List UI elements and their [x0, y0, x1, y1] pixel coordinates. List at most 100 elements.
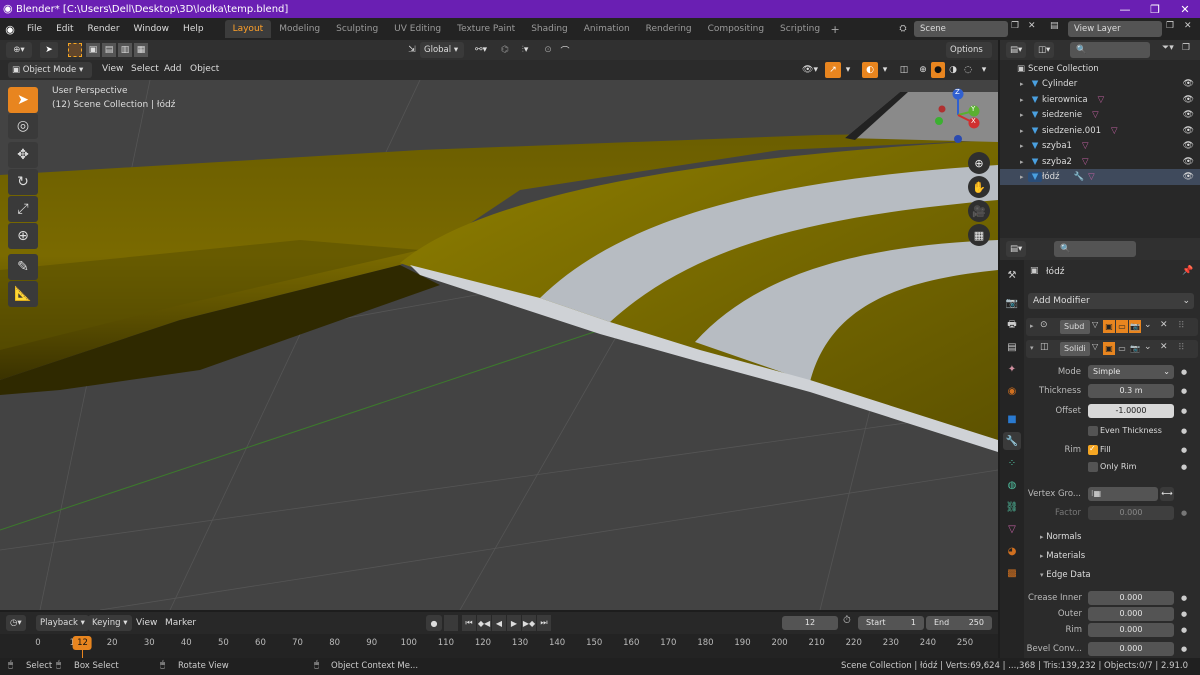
shading-dropdown-icon[interactable]: ▾	[978, 62, 990, 78]
proportional-edit-icon[interactable]: ⊙	[541, 42, 555, 58]
tab-rendering[interactable]: Rendering	[638, 20, 700, 38]
snap-element-icon[interactable]: ⫶▾	[514, 42, 536, 58]
pan-hand-icon[interactable]: ✋	[968, 176, 990, 198]
add-modifier-dropdown[interactable]: Add Modifier ⌄	[1028, 293, 1194, 309]
timeline-scrubber[interactable]: 0102030405060708090100110120130140150160…	[0, 634, 998, 658]
modifier-menu-icon[interactable]: ⌄	[1144, 342, 1152, 352]
tab-shading[interactable]: Shading	[523, 20, 576, 38]
cursor-tool-icon[interactable]: ◎	[8, 113, 38, 139]
outliner-item-kierownica[interactable]: ▸ ▼ kierownica ▽ 👁	[1000, 92, 1200, 108]
annotate-tool-icon[interactable]: ✎	[8, 254, 38, 280]
blender-menu-icon[interactable]: ◉	[0, 23, 20, 36]
offset-field[interactable]: -1.0000	[1088, 404, 1174, 418]
editor-type-icon[interactable]: ⊕▾	[6, 42, 32, 58]
physics-tab-icon[interactable]: ◍	[1003, 476, 1021, 494]
playback-dropdown[interactable]: Playback ▾	[36, 615, 89, 631]
expand-arrow-icon[interactable]: ▸	[1020, 158, 1028, 166]
transform-tool-icon[interactable]: ⊕	[8, 223, 38, 249]
visibility-eye-icon[interactable]: 👁	[1183, 141, 1194, 151]
timeline-playhead[interactable]: 12	[73, 636, 92, 650]
filter-icon[interactable]: ⏷▾	[1162, 43, 1174, 53]
start-frame-field[interactable]: Start 1	[858, 616, 924, 630]
properties-search-input[interactable]: 🔍	[1054, 241, 1136, 257]
modifier-menu-icon[interactable]: ⌄	[1144, 320, 1152, 330]
select-subtract-icon[interactable]: ▤	[102, 43, 116, 57]
end-frame-field[interactable]: End 250	[926, 616, 992, 630]
tab-uv-editing[interactable]: UV Editing	[386, 20, 449, 38]
menu-edit[interactable]: Edit	[49, 24, 80, 34]
delete-scene-icon[interactable]: ✕	[1028, 21, 1036, 31]
record-icon[interactable]: ●	[426, 615, 442, 631]
3d-viewport[interactable]: User Perspective (12) Scene Collection |…	[0, 80, 998, 610]
visibility-eye-icon[interactable]: 👁	[1183, 79, 1194, 89]
new-collection-icon[interactable]: ❐	[1182, 43, 1190, 53]
properties-editor-type-icon[interactable]: ▤▾	[1006, 241, 1027, 257]
particles-tab-icon[interactable]: ⁘	[1003, 454, 1021, 472]
object-tab-icon[interactable]: ■	[1003, 410, 1021, 428]
jump-start-icon[interactable]: ⏮	[462, 615, 476, 631]
keyframe-dot-icon[interactable]: ●	[1181, 626, 1187, 634]
perspective-toggle-icon[interactable]: ▦	[968, 224, 990, 246]
crease-rim-field[interactable]: 0.000	[1088, 623, 1174, 637]
remove-modifier-icon[interactable]: ✕	[1160, 342, 1168, 352]
menu-view[interactable]: View	[102, 64, 123, 74]
render-toggle-icon[interactable]: 📷	[1129, 320, 1141, 333]
modifier-solidify[interactable]: ▾ ◫ Solidi ▽ ▣ ▭ 📷 ⌄ ✕ ⠿	[1026, 340, 1198, 358]
even-thickness-checkbox[interactable]	[1088, 426, 1098, 436]
pivot-point-icon[interactable]: ⚯▾	[470, 42, 492, 58]
play-reverse-icon[interactable]: ◀	[492, 615, 506, 631]
mode-dropdown-field[interactable]: Simple ⌄	[1088, 365, 1174, 379]
transform-orientation-icon[interactable]: ⇲	[405, 42, 419, 58]
vertex-group-field[interactable]: ⁝▦	[1088, 487, 1158, 501]
delete-view-layer-icon[interactable]: ✕	[1184, 21, 1192, 31]
next-keyframe-icon[interactable]: ▶◆	[522, 615, 536, 631]
options-dropdown[interactable]: Options ▾	[946, 42, 992, 71]
materials-section[interactable]: ▸ Materials	[1040, 551, 1085, 561]
modifier-name-field[interactable]: Solidi	[1060, 342, 1090, 356]
edit-mode-cage-icon[interactable]: ▽	[1092, 342, 1098, 351]
remove-modifier-icon[interactable]: ✕	[1160, 320, 1168, 330]
pin-icon[interactable]: 📌	[1182, 266, 1193, 276]
edge-data-section[interactable]: ▾ Edge Data	[1040, 570, 1091, 580]
outliner-editor-type-icon[interactable]: ▤▾	[1006, 42, 1027, 58]
modifier-tab-icon[interactable]: 🔧	[1003, 432, 1021, 450]
visibility-eye-icon[interactable]: 👁	[1183, 95, 1194, 105]
outliner-item-lodz[interactable]: ▸ ▼ łódź 🔧 ▽ 👁	[1000, 169, 1200, 185]
drag-handle-icon[interactable]: ⠿	[1178, 343, 1185, 353]
outliner-item-siedzenie[interactable]: ▸ ▼ siedzenie ▽ 👁	[1000, 107, 1200, 123]
view-layer-field[interactable]: View Layer	[1068, 21, 1162, 37]
constraints-tab-icon[interactable]: ⛓	[1003, 498, 1021, 516]
timeline-editor-type-icon[interactable]: ◷▾	[6, 615, 26, 631]
normals-section[interactable]: ▸ Normals	[1040, 532, 1081, 542]
menu-add[interactable]: Add	[164, 64, 181, 74]
expand-arrow-icon[interactable]: ▸	[1020, 111, 1028, 119]
maximize-button[interactable]: ❐	[1140, 0, 1170, 18]
outliner-scene-collection[interactable]: ▣ Scene Collection	[1000, 61, 1200, 77]
world-tab-icon[interactable]: ◉	[1003, 382, 1021, 400]
tab-animation[interactable]: Animation	[576, 20, 638, 38]
transform-orientation-dropdown[interactable]: Global ▾	[420, 42, 464, 58]
render-tab-icon[interactable]: 📷	[1003, 294, 1021, 312]
close-window-button[interactable]: ✕	[1170, 0, 1200, 18]
keyframe-type-icon[interactable]	[444, 615, 458, 631]
outliner-item-siedzenie-001[interactable]: ▸ ▼ siedzenie.001 ▽ 👁	[1000, 123, 1200, 139]
gizmo-dropdown-icon[interactable]: ▾	[842, 62, 854, 78]
snap-toggle-icon[interactable]: ⌬	[496, 42, 514, 58]
move-tool-icon[interactable]: ✥	[8, 142, 38, 168]
expand-arrow-icon[interactable]: ▸	[1030, 322, 1038, 330]
add-workspace-icon[interactable]: +	[828, 23, 842, 36]
falloff-icon[interactable]: ⌒	[557, 42, 573, 58]
new-scene-icon[interactable]: ❐	[1011, 21, 1019, 31]
overlays-toggle-icon[interactable]: ◐	[862, 62, 878, 78]
select-new-icon[interactable]	[68, 43, 82, 57]
crease-inner-field[interactable]: 0.000	[1088, 591, 1174, 605]
keyframe-dot-icon[interactable]: ●	[1181, 407, 1187, 415]
menu-object[interactable]: Object	[190, 64, 219, 74]
edit-mode-cage-icon[interactable]: ▽	[1092, 320, 1098, 329]
keying-dropdown[interactable]: Keying ▾	[88, 615, 132, 631]
navigation-gizmo[interactable]: Z Y X	[930, 85, 990, 147]
minimize-button[interactable]: —	[1110, 0, 1140, 18]
outliner-search-input[interactable]: 🔍	[1070, 42, 1150, 58]
measure-tool-icon[interactable]: 📐	[8, 281, 38, 307]
material-shading-icon[interactable]: ◑	[946, 62, 960, 78]
